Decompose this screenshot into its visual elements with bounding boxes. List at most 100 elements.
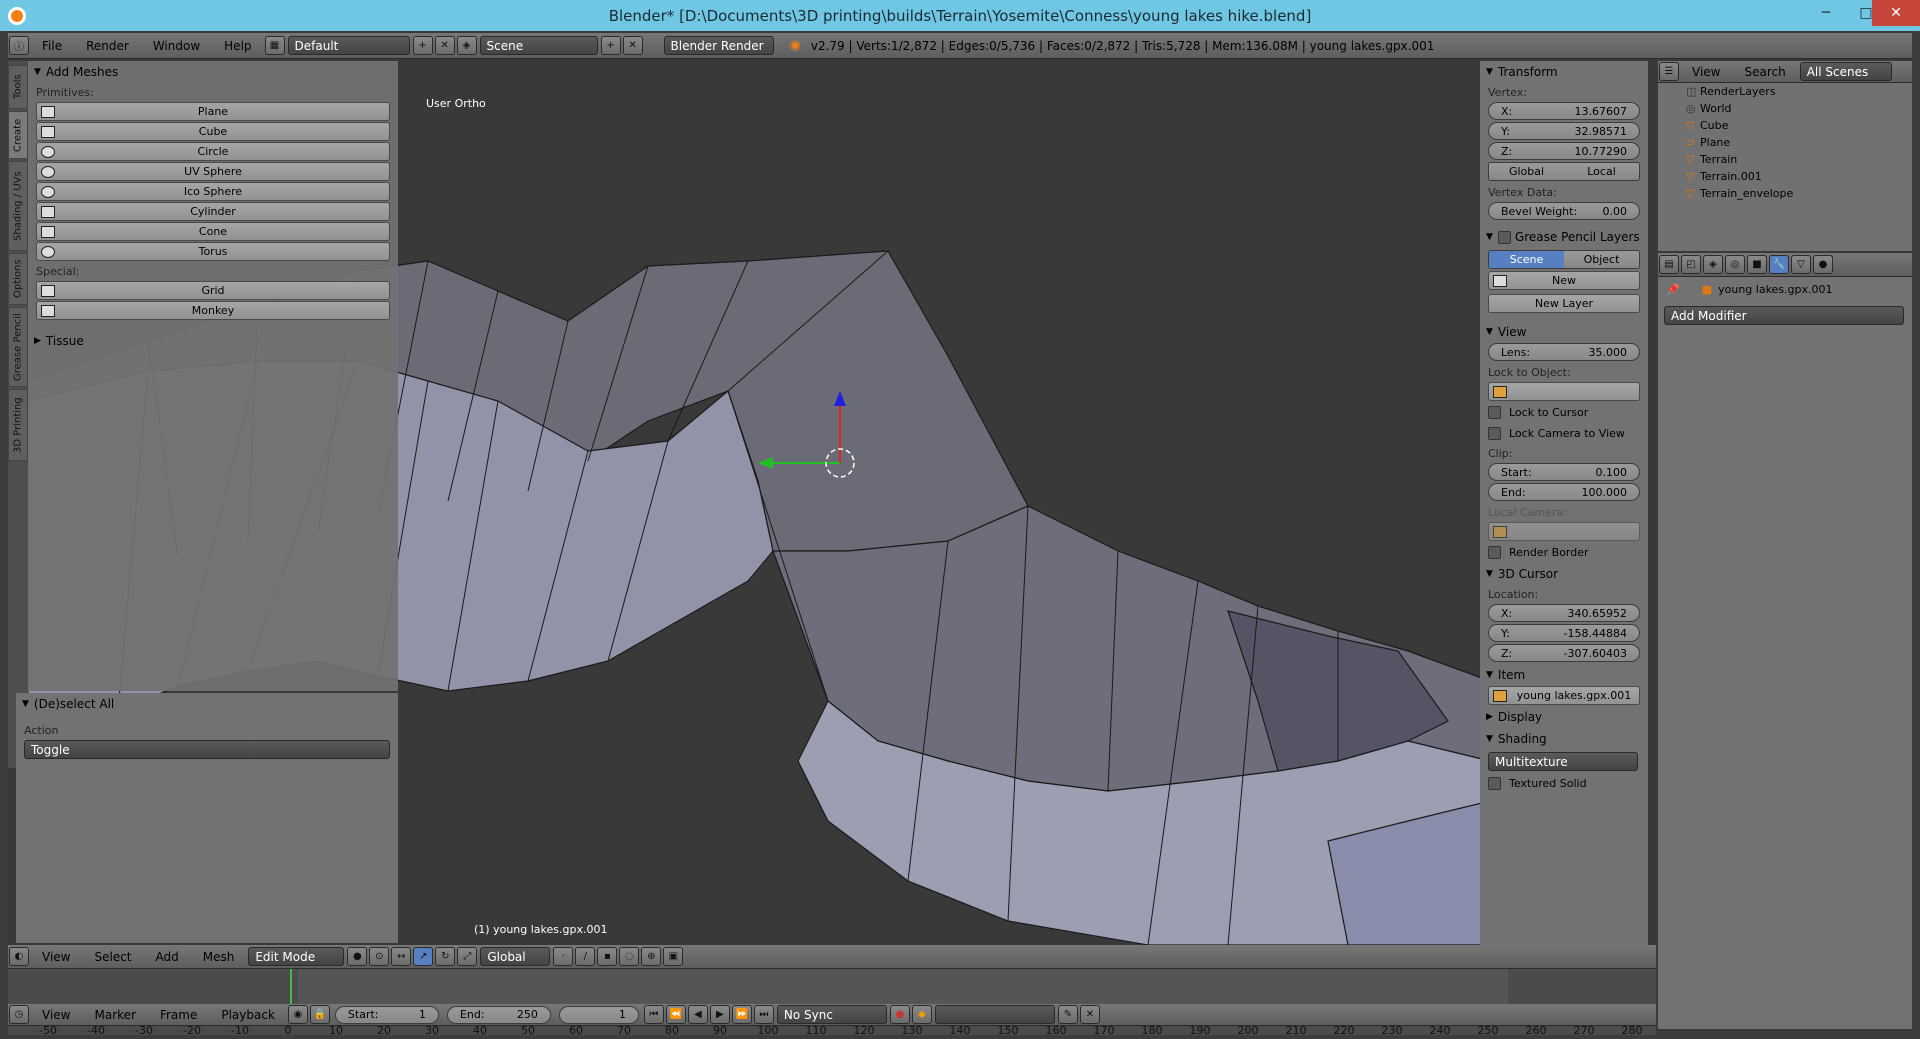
add-modifier-select[interactable]: Add Modifier (1664, 306, 1904, 325)
modifier-tab-icon[interactable]: 🔧 (1769, 255, 1789, 274)
current-frame-field[interactable]: 1 (558, 1005, 639, 1024)
rotate-icon[interactable]: ↻ (435, 947, 456, 966)
edge-select-icon[interactable]: / (575, 947, 596, 966)
render-border-checkbox[interactable] (1488, 546, 1501, 559)
local-button[interactable]: Local (1564, 163, 1639, 180)
keying-set-field[interactable] (934, 1005, 1055, 1024)
item-header[interactable]: ▼ Item (1480, 664, 1648, 686)
end-frame-field[interactable]: End: 250 (446, 1005, 551, 1024)
cursor-y-field[interactable]: Y: -158.44884 (1488, 624, 1640, 642)
minimize-button[interactable]: ─ (1806, 0, 1846, 26)
render-preview-icon[interactable]: ▣ (663, 947, 684, 966)
keyframe-icon[interactable]: ◆ (911, 1005, 932, 1024)
clip-start-field[interactable]: Start: 0.100 (1488, 463, 1640, 481)
scene-icon[interactable]: ◈ (456, 36, 477, 55)
clip-end-field[interactable]: End: 100.000 (1488, 483, 1640, 501)
menu-help[interactable]: Help (212, 39, 263, 53)
start-frame-field[interactable]: Start: 1 (334, 1005, 439, 1024)
tab-grease-pencil[interactable]: Grease Pencil (8, 307, 28, 387)
play-reverse-icon[interactable]: ◀ (687, 1005, 708, 1024)
add-cone-button[interactable]: Cone (36, 222, 390, 241)
add-uv-sphere-button[interactable]: UV Sphere (36, 162, 390, 181)
gp-new-layer-button[interactable]: New Layer (1488, 294, 1640, 313)
add-cylinder-button[interactable]: Cylinder (36, 202, 390, 221)
add-grid-button[interactable]: Grid (36, 281, 390, 300)
operator-header[interactable]: ▼ (De)select All (16, 693, 398, 715)
display-header[interactable]: ▶ Display (1480, 706, 1648, 728)
screen-layout-select[interactable]: Default (287, 36, 410, 55)
pivot-point-icon[interactable]: ⊙ (369, 947, 390, 966)
properties-editor-icon[interactable]: ▤ (1659, 255, 1679, 274)
sync-select[interactable]: No Sync (776, 1005, 887, 1024)
menu-file[interactable]: File (30, 39, 74, 53)
next-keyframe-icon[interactable]: ⏩ (731, 1005, 752, 1024)
marker-menu[interactable]: Marker (82, 1008, 147, 1022)
tab-options[interactable]: Options (8, 253, 28, 305)
outliner-item-world[interactable]: ◎ World (1680, 100, 1912, 117)
lens-field[interactable]: Lens: 35.000 (1488, 343, 1640, 361)
cursor-x-field[interactable]: X: 340.65952 (1488, 604, 1640, 622)
outliner-item-cube[interactable]: ▽ Cube (1680, 117, 1912, 134)
gp-new-button[interactable]: New (1488, 271, 1640, 290)
gp-object-button[interactable]: Object (1564, 251, 1639, 268)
local-camera-field[interactable] (1488, 522, 1640, 541)
vertex-y-field[interactable]: Y: 32.98571 (1488, 122, 1640, 140)
lock-icon[interactable]: 🔒 (309, 1005, 330, 1024)
gp-scene-button[interactable]: Scene (1489, 251, 1564, 268)
outliner-item-terrain-001[interactable]: ▽ Terrain.001 (1680, 168, 1912, 185)
outliner-display-select[interactable]: All Scenes (1799, 62, 1892, 81)
add-torus-button[interactable]: Torus (36, 242, 390, 261)
view-menu[interactable]: View (30, 950, 82, 964)
add-layout-icon[interactable]: + (412, 36, 433, 55)
item-name-field[interactable]: young lakes.gpx.001 (1488, 686, 1640, 705)
render-border-row[interactable]: Render Border (1480, 542, 1648, 563)
textured-solid-checkbox[interactable] (1488, 777, 1501, 790)
timeline-view-menu[interactable]: View (30, 1008, 82, 1022)
add-ico-sphere-button[interactable]: Ico Sphere (36, 182, 390, 201)
tab-tools[interactable]: Tools (8, 65, 28, 109)
orientation-select[interactable]: Global (480, 947, 551, 966)
bevel-weight-field[interactable]: Bevel Weight: 0.00 (1488, 202, 1640, 220)
lock-object-field[interactable] (1488, 382, 1640, 401)
vertex-x-field[interactable]: X: 13.67607 (1488, 102, 1640, 120)
world-tab-icon[interactable]: ◎ (1725, 255, 1745, 274)
shading-mode-select[interactable]: Multitexture (1488, 752, 1638, 771)
delete-keyframe-icon[interactable]: ✕ (1079, 1005, 1100, 1024)
outliner-view-menu[interactable]: View (1680, 65, 1732, 79)
add-monkey-button[interactable]: Monkey (36, 301, 390, 320)
editor-type-info-icon[interactable]: ⓘ (9, 36, 29, 55)
screen-layout-icon[interactable]: ▦ (264, 36, 285, 55)
scene-tab-icon[interactable]: ◈ (1703, 255, 1723, 274)
remove-layout-icon[interactable]: ✕ (434, 36, 455, 55)
transform-header[interactable]: ▼ Transform (1480, 61, 1648, 83)
jump-start-icon[interactable]: ⏮ (643, 1005, 664, 1024)
prev-keyframe-icon[interactable]: ⏪ (665, 1005, 686, 1024)
record-icon[interactable]: ● (889, 1005, 910, 1024)
mesh-menu[interactable]: Mesh (191, 950, 247, 964)
shading-header[interactable]: ▼ Shading (1480, 728, 1648, 750)
action-select[interactable]: Toggle (24, 740, 390, 759)
vertex-z-field[interactable]: Z: 10.77290 (1488, 142, 1640, 160)
scale-icon[interactable]: ⤢ (457, 947, 478, 966)
render-engine-select[interactable]: Blender Render (663, 36, 774, 55)
select-menu[interactable]: Select (82, 950, 143, 964)
outliner-item-terrain[interactable]: ▽ Terrain (1680, 151, 1912, 168)
menu-window[interactable]: Window (141, 39, 212, 53)
outliner-search-menu[interactable]: Search (1732, 65, 1797, 79)
3d-cursor-header[interactable]: ▼ 3D Cursor (1480, 563, 1648, 585)
add-menu[interactable]: Add (144, 950, 191, 964)
translate-icon[interactable]: ↗ (413, 947, 434, 966)
textured-solid-row[interactable]: Textured Solid (1480, 773, 1648, 794)
outliner-item-terrain-envelope[interactable]: ▽ Terrain_envelope (1680, 185, 1912, 202)
pin-icon[interactable]: 📌 (1666, 283, 1680, 296)
lock-to-cursor-row[interactable]: Lock to Cursor (1480, 402, 1648, 423)
grease-pencil-checkbox[interactable] (1497, 230, 1511, 244)
render-tab-icon[interactable]: ◰ (1681, 255, 1701, 274)
play-icon[interactable]: ▶ (709, 1005, 730, 1024)
viewport-shading-icon[interactable]: ● (347, 947, 368, 966)
view-header[interactable]: ▼ View (1480, 321, 1648, 343)
tab-shading-uvs[interactable]: Shading / UVs (8, 161, 28, 251)
material-tab-icon[interactable]: ● (1813, 255, 1833, 274)
lock-camera-checkbox[interactable] (1488, 427, 1501, 440)
global-button[interactable]: Global (1489, 163, 1564, 180)
